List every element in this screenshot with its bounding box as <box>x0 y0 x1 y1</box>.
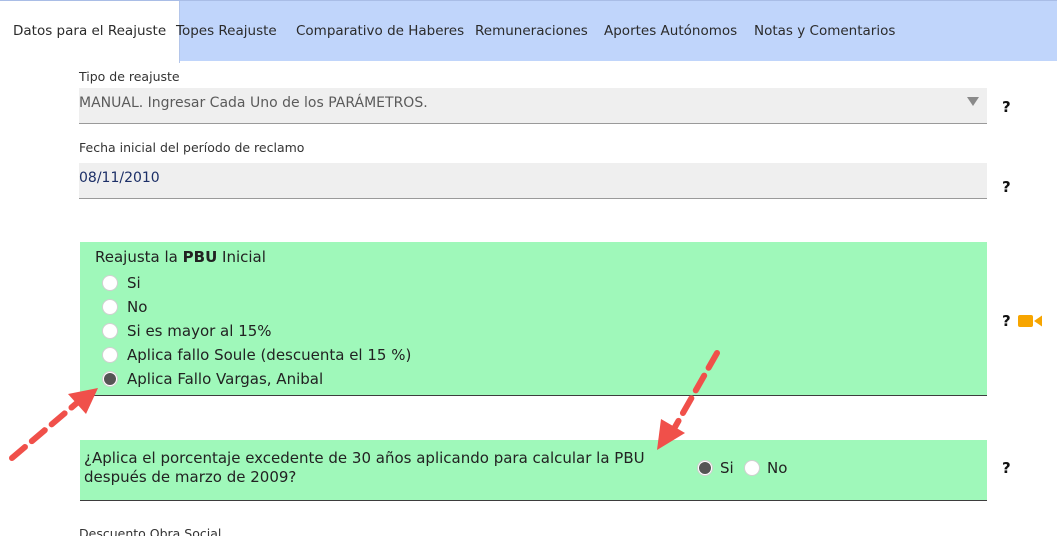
excedente-option-label: No <box>767 459 788 477</box>
pbu-option-mayor-15[interactable]: Si es mayor al 15% <box>102 321 272 341</box>
tipo-reajuste-select[interactable]: MANUAL. Ingresar Cada Uno de los PARÁMET… <box>79 88 987 124</box>
pbu-option-label: Si <box>127 274 141 292</box>
descuento-obra-social-label: Descuento Obra Social <box>79 526 222 536</box>
fecha-inicial-input[interactable]: 08/11/2010 <box>79 163 987 199</box>
pbu-option-no[interactable]: No <box>102 297 147 317</box>
pbu-option-label: Aplica fallo Soule (descuenta el 15 %) <box>127 346 412 364</box>
pbu-option-fallo-vargas[interactable]: Aplica Fallo Vargas, Anibal <box>102 369 323 389</box>
radio-button[interactable] <box>102 299 118 315</box>
pbu-group-title: Reajusta la PBU Inicial <box>95 248 266 266</box>
annotation-arrow-right <box>657 350 720 450</box>
tab-aportes-autonomos[interactable]: Aportes Autónomos <box>604 1 737 62</box>
radio-button[interactable] <box>102 347 118 363</box>
tab-datos-para-el-reajuste[interactable]: Datos para el Reajuste <box>0 1 181 63</box>
excedente-question-text: ¿Aplica el porcentaje excedente de 30 añ… <box>84 449 645 486</box>
fecha-inicial-value: 08/11/2010 <box>79 170 160 186</box>
chevron-down-icon[interactable] <box>967 97 979 106</box>
help-excedente-icon[interactable]: ? <box>1002 459 1011 477</box>
pbu-option-label: No <box>127 298 148 316</box>
tab-topes-reajuste[interactable]: Topes Reajuste <box>176 1 277 62</box>
radio-button[interactable] <box>102 275 118 291</box>
excedente-question-box: ¿Aplica el porcentaje excedente de 30 añ… <box>80 440 987 501</box>
tipo-reajuste-label: Tipo de reajuste <box>79 69 180 84</box>
video-camera-icon[interactable] <box>1018 314 1042 328</box>
tipo-reajuste-value: MANUAL. Ingresar Cada Uno de los PARÁMET… <box>79 95 428 111</box>
tab-remuneraciones[interactable]: Remuneraciones <box>475 1 588 62</box>
annotation-arrow-left <box>9 388 98 461</box>
tab-comparativo-de-haberes[interactable]: Comparativo de Haberes <box>296 1 464 62</box>
fecha-inicial-label: Fecha inicial del período de reclamo <box>79 140 305 155</box>
radio-button-selected[interactable] <box>697 460 713 476</box>
help-fecha-inicial-icon[interactable]: ? <box>1002 178 1011 196</box>
pbu-option-label: Aplica Fallo Vargas, Anibal <box>127 370 324 388</box>
pbu-radio-group: Reajusta la PBU Inicial Si No Si es mayo… <box>80 242 987 396</box>
help-pbu-icon[interactable]: ? <box>1002 312 1011 330</box>
excedente-option-si[interactable]: Si <box>697 459 734 477</box>
excedente-option-no[interactable]: No <box>744 459 787 477</box>
radio-button[interactable] <box>102 323 118 339</box>
help-tipo-reajuste-icon[interactable]: ? <box>1002 98 1011 116</box>
tab-bar: Datos para el Reajuste Topes Reajuste Co… <box>0 0 1057 63</box>
excedente-option-label: Si <box>720 459 734 477</box>
tab-notas-y-comentarios[interactable]: Notas y Comentarios <box>754 1 895 62</box>
pbu-option-label: Si es mayor al 15% <box>127 322 272 340</box>
radio-button[interactable] <box>744 460 760 476</box>
pbu-option-si[interactable]: Si <box>102 273 141 293</box>
pbu-option-fallo-soule[interactable]: Aplica fallo Soule (descuenta el 15 %) <box>102 345 411 365</box>
